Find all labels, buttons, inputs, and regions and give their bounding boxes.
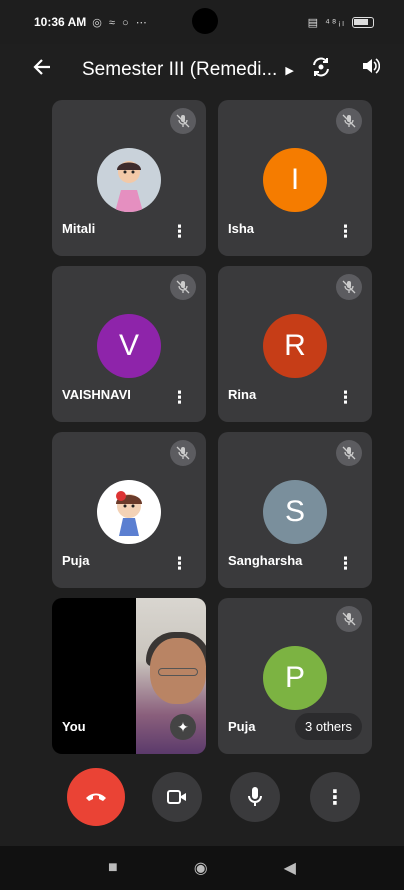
- meeting-title[interactable]: Semester III (Remedi...: [82, 59, 277, 81]
- avatar: I: [263, 148, 327, 212]
- call-controls: ⋮: [0, 768, 404, 832]
- more-options-button[interactable]: ⋮: [310, 772, 360, 822]
- avatar: R: [263, 314, 327, 378]
- participant-tile[interactable]: S Sangharsha ⋮: [218, 432, 372, 588]
- more-options-icon[interactable]: ⋮: [171, 555, 188, 572]
- top-bar: Semester III (Remedi... ▶: [0, 48, 404, 92]
- signal-icon: ▤ ⁴⁸ᵢₗ: [307, 16, 346, 29]
- mic-off-icon: [336, 606, 362, 632]
- avatar: V: [97, 314, 161, 378]
- speaker-icon[interactable]: [360, 56, 381, 82]
- meet-screen: 10:36 AM ◎ ≈ ○ ⋯ ▤ ⁴⁸ᵢₗ Semester III (Re…: [0, 0, 404, 890]
- mic-off-icon: [170, 274, 196, 300]
- participant-tile[interactable]: R Rina ⋮: [218, 266, 372, 422]
- more-options-icon[interactable]: ⋮: [171, 389, 188, 406]
- switch-camera-icon[interactable]: [310, 56, 332, 84]
- self-view-tile[interactable]: You ✦: [52, 598, 206, 754]
- mic-off-icon: [336, 274, 362, 300]
- participant-tile[interactable]: Puja ⋮: [52, 432, 206, 588]
- participant-name: Isha: [228, 221, 255, 236]
- participant-name: Puja: [62, 553, 90, 568]
- participant-name: Sangharsha: [228, 553, 303, 568]
- avatar: S: [263, 480, 327, 544]
- participant-name: You: [62, 719, 86, 734]
- home-circle-icon[interactable]: ◉: [194, 858, 208, 878]
- back-triangle-icon[interactable]: ◀: [284, 858, 296, 878]
- participant-tile[interactable]: V VAISHNAVI ⋮: [52, 266, 206, 422]
- avatar: [97, 148, 161, 212]
- mic-off-icon: [336, 108, 362, 134]
- effects-sparkle-icon[interactable]: ✦: [170, 714, 196, 740]
- participant-name: VAISHNAVI: [62, 387, 131, 402]
- more-options-icon[interactable]: ⋮: [337, 555, 354, 572]
- avatar: [97, 480, 161, 544]
- chevron-right-icon[interactable]: ▶: [285, 64, 293, 77]
- participant-name: Rina: [228, 387, 257, 402]
- participant-name: Mitali: [62, 221, 96, 236]
- more-vert-icon: ⋮: [325, 786, 345, 809]
- system-nav-bar: ■ ◉ ◀: [0, 846, 404, 890]
- status-time: 10:36 AM: [34, 15, 87, 29]
- mic-off-icon: [170, 108, 196, 134]
- participant-tile[interactable]: I Isha ⋮: [218, 100, 372, 256]
- others-count-chip[interactable]: 3 others: [295, 713, 362, 740]
- more-options-icon[interactable]: ⋮: [171, 223, 188, 240]
- notification-icons: ◎ ≈ ○ ⋯: [92, 16, 149, 29]
- back-arrow-icon[interactable]: [32, 57, 68, 83]
- avatar: P: [263, 646, 327, 710]
- participant-tile[interactable]: Mitali ⋮: [52, 100, 206, 256]
- more-options-icon[interactable]: ⋮: [337, 223, 354, 240]
- camera-cutout: [192, 8, 218, 34]
- mic-off-icon: [170, 440, 196, 466]
- participant-tile[interactable]: P Puja 3 others: [218, 598, 372, 754]
- status-right: ▤ ⁴⁸ᵢₗ: [302, 16, 374, 29]
- camera-toggle-button[interactable]: [152, 772, 202, 822]
- status-bar: 10:36 AM ◎ ≈ ○ ⋯ ▤ ⁴⁸ᵢₗ: [0, 0, 404, 44]
- participant-name: Puja: [228, 719, 256, 734]
- self-video-glasses: [158, 668, 198, 676]
- battery-icon: [352, 16, 374, 28]
- recents-square-icon[interactable]: ■: [108, 859, 118, 877]
- more-options-icon[interactable]: ⋮: [337, 389, 354, 406]
- mic-toggle-button[interactable]: [230, 772, 280, 822]
- end-call-button[interactable]: [67, 768, 125, 826]
- mic-off-icon: [336, 440, 362, 466]
